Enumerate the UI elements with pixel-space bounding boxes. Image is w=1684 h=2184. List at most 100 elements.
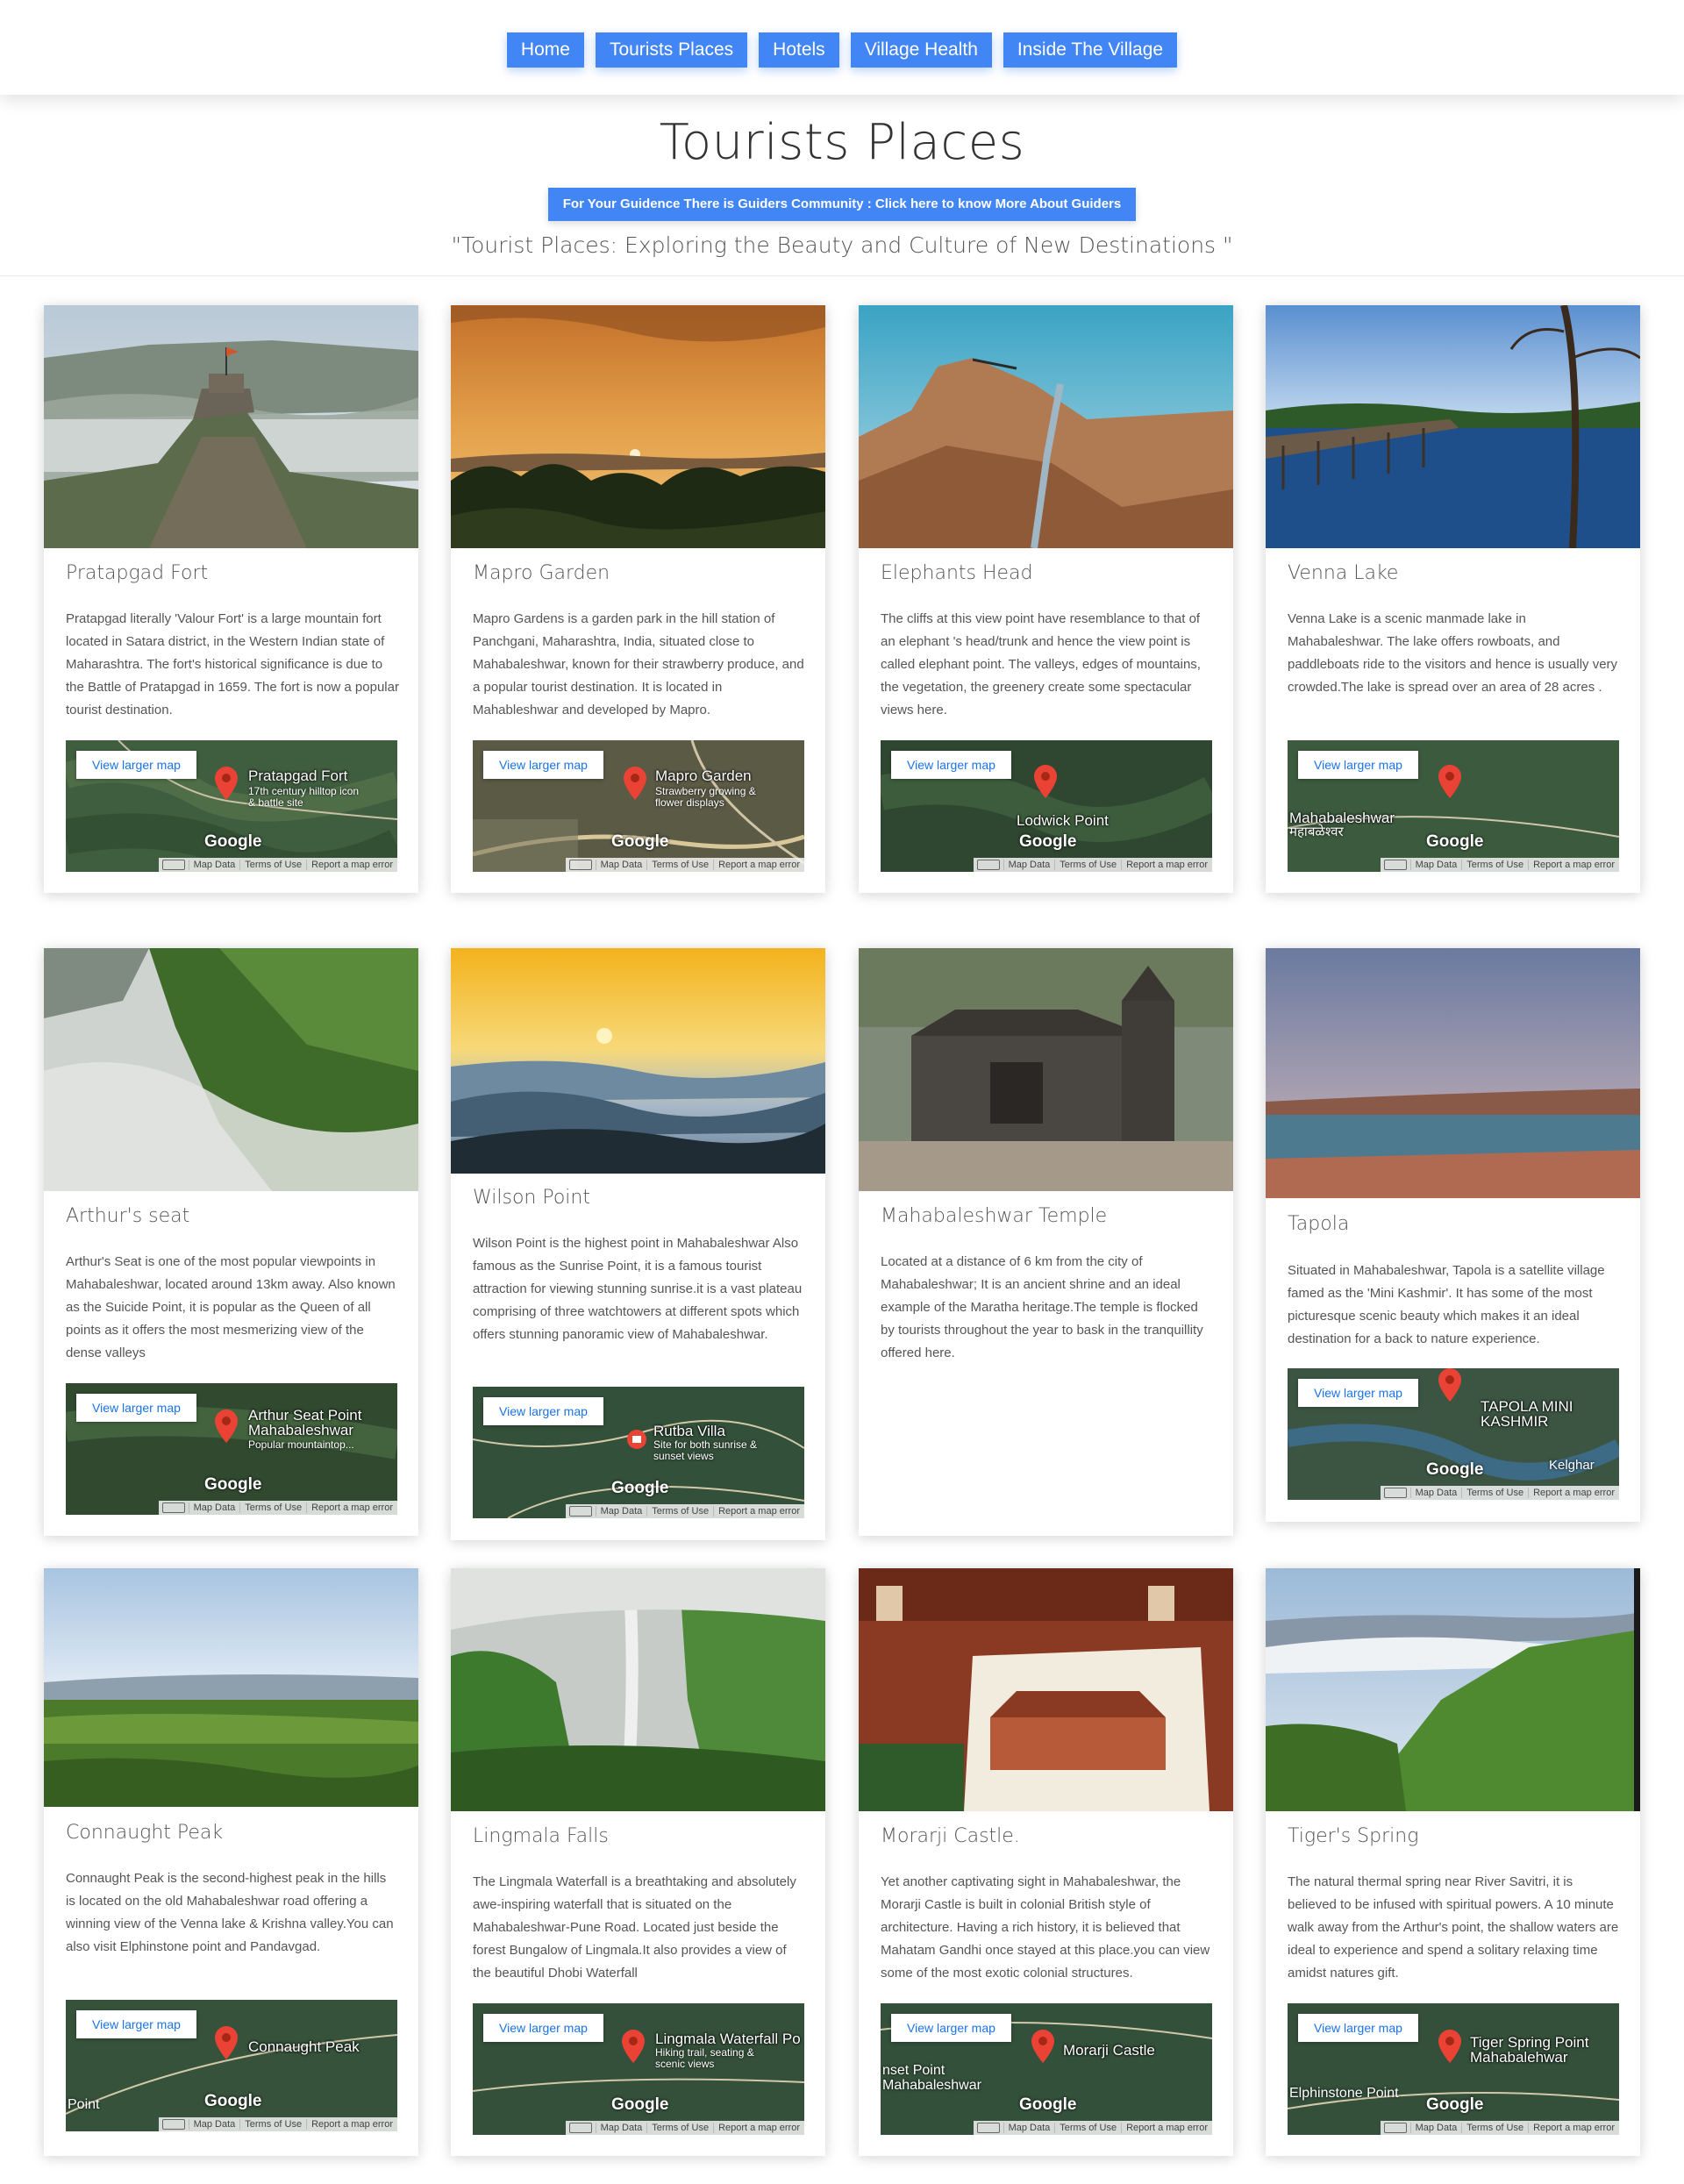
map-report-link[interactable]: Report a map error	[306, 1502, 397, 1513]
view-larger-map-link[interactable]: View larger map	[1298, 1379, 1418, 1407]
map-place-label: TAPOLA MINI KASHMIR	[1481, 1398, 1573, 1430]
map-report-link[interactable]: Report a map error	[1528, 1488, 1619, 1498]
google-logo: Google	[611, 1479, 669, 1497]
place-description: Yet another captivating sight in Mahabal…	[881, 1874, 1210, 1981]
place-map[interactable]: View larger map Mapro Garden Strawberry …	[473, 740, 804, 872]
google-logo: Google	[204, 2092, 262, 2110]
map-terms-link[interactable]: Terms of Use	[646, 2123, 713, 2133]
nav-tourists-places-button[interactable]: Tourists Places	[595, 32, 748, 68]
map-report-link[interactable]: Report a map error	[713, 860, 804, 870]
map-footer: Map Data Terms of Use Report a map error	[158, 1501, 397, 1515]
place-photo	[44, 1568, 418, 1807]
place-map[interactable]: View larger map Morarji Castle nset Poin…	[881, 2003, 1212, 2135]
place-card: Tapola Situated in Mahabaleshwar, Tapola…	[1266, 948, 1640, 1522]
map-data-link[interactable]: Map Data	[595, 1506, 647, 1517]
place-photo	[1266, 305, 1640, 548]
map-data-link[interactable]: Map Data	[595, 860, 647, 870]
view-larger-map-link[interactable]: View larger map	[1298, 2014, 1418, 2042]
map-report-link[interactable]: Report a map error	[713, 1506, 804, 1517]
map-footer: Map Data Terms of Use Report a map error	[1380, 2121, 1619, 2135]
keyboard-icon	[161, 2119, 185, 2130]
nav-hotels-button[interactable]: Hotels	[759, 32, 839, 68]
map-terms-link[interactable]: Terms of Use	[1461, 2123, 1528, 2133]
place-photo	[451, 1568, 825, 1811]
view-larger-map-link[interactable]: View larger map	[483, 1397, 603, 1425]
map-data-link[interactable]: Map Data	[188, 1502, 240, 1513]
place-map[interactable]: View larger map Tiger Spring Point Mahab…	[1288, 2003, 1619, 2135]
map-marker-icon	[627, 1430, 646, 1449]
map-data-link[interactable]: Map Data	[1003, 2123, 1055, 2133]
map-marker-icon	[622, 2030, 645, 2063]
map-marker-icon	[1438, 1368, 1461, 1402]
map-report-link[interactable]: Report a map error	[713, 2123, 804, 2133]
map-terms-link[interactable]: Terms of Use	[239, 860, 306, 870]
map-place-sublabel: Popular mountaintop...	[248, 1438, 354, 1451]
place-map[interactable]: View larger map Mahabaleshwar महाबळेश्वर…	[1288, 740, 1619, 872]
map-terms-link[interactable]: Terms of Use	[239, 2119, 306, 2130]
view-larger-map-link[interactable]: View larger map	[1298, 751, 1418, 779]
map-data-link[interactable]: Map Data	[188, 2119, 240, 2130]
map-data-link[interactable]: Map Data	[188, 860, 240, 870]
map-terms-link[interactable]: Terms of Use	[646, 1506, 713, 1517]
place-map[interactable]: View larger map Pratapgad Fort 17th cent…	[66, 740, 397, 872]
page-tagline: "Tourist Places: Exploring the Beauty an…	[451, 232, 1233, 258]
map-terms-link[interactable]: Terms of Use	[1054, 2123, 1121, 2133]
place-title: Connaught Peak	[66, 1822, 224, 1844]
map-terms-link[interactable]: Terms of Use	[1054, 860, 1121, 870]
view-larger-map-link[interactable]: View larger map	[76, 751, 196, 779]
map-report-link[interactable]: Report a map error	[306, 860, 397, 870]
view-larger-map-link[interactable]: View larger map	[891, 751, 1011, 779]
place-map[interactable]: View larger map Arthur Seat Point Mahaba…	[66, 1383, 397, 1515]
view-larger-map-link[interactable]: View larger map	[483, 2014, 603, 2042]
place-photo	[1266, 948, 1640, 1198]
map-report-link[interactable]: Report a map error	[1121, 860, 1212, 870]
google-logo: Google	[1019, 2095, 1077, 2114]
place-title: Mahabaleshwar Temple	[881, 1205, 1108, 1227]
place-title: Lingmala Falls	[473, 1825, 609, 1847]
map-terms-link[interactable]: Terms of Use	[1461, 860, 1528, 870]
place-map[interactable]: View larger map Connaught Peak Point Goo…	[66, 2000, 397, 2131]
map-report-link[interactable]: Report a map error	[306, 2119, 397, 2130]
map-data-link[interactable]: Map Data	[1409, 2123, 1462, 2133]
nav-home-button[interactable]: Home	[506, 32, 584, 68]
view-larger-map-link[interactable]: View larger map	[76, 1394, 196, 1422]
map-marker-icon	[624, 767, 646, 800]
keyboard-icon	[568, 2123, 592, 2133]
nav-village-health-button[interactable]: Village Health	[850, 32, 992, 68]
view-larger-map-link[interactable]: View larger map	[76, 2010, 196, 2038]
place-map[interactable]: View larger map Rutba Villa Site for bot…	[473, 1387, 804, 1518]
map-data-link[interactable]: Map Data	[595, 2123, 647, 2133]
place-description: Situated in Mahabaleshwar, Tapola is a s…	[1288, 1263, 1605, 1346]
map-data-link[interactable]: Map Data	[1409, 1488, 1462, 1498]
map-report-link[interactable]: Report a map error	[1528, 860, 1619, 870]
map-place-label: Rutba Villa	[653, 1423, 725, 1439]
map-data-link[interactable]: Map Data	[1003, 860, 1055, 870]
map-report-link[interactable]: Report a map error	[1528, 2123, 1619, 2133]
map-place-sublabel: Kelghar	[1549, 1458, 1595, 1473]
place-map[interactable]: View larger map Lingmala Waterfall Po Hi…	[473, 2003, 804, 2135]
place-description: Connaught Peak is the second-highest pea…	[66, 1871, 394, 1954]
map-terms-link[interactable]: Terms of Use	[646, 860, 713, 870]
place-title: Arthur's seat	[66, 1205, 190, 1227]
map-terms-link[interactable]: Terms of Use	[1461, 1488, 1528, 1498]
map-place-sublabel: Strawberry growing & flower displays	[655, 785, 756, 809]
nav-inside-village-button[interactable]: Inside The Village	[1003, 32, 1178, 68]
google-logo: Google	[1019, 832, 1077, 851]
map-report-link[interactable]: Report a map error	[1121, 2123, 1212, 2133]
map-data-link[interactable]: Map Data	[1409, 860, 1462, 870]
place-card: Tiger's Spring The natural thermal sprin…	[1266, 1568, 1640, 2156]
map-place-sublabel: Site for both sunrise & sunset views	[653, 1438, 758, 1462]
guiders-community-button[interactable]: For Your Guidence There is Guiders Commu…	[548, 188, 1136, 221]
place-title: Wilson Point	[473, 1187, 590, 1209]
view-larger-map-link[interactable]: View larger map	[483, 751, 603, 779]
place-description: Venna Lake is a scenic manmade lake in M…	[1288, 611, 1618, 695]
map-footer: Map Data Terms of Use Report a map error	[158, 858, 397, 872]
place-card: Wilson Point Wilson Point is the highest…	[451, 948, 825, 1540]
map-marker-icon	[1034, 765, 1057, 798]
place-map[interactable]: View larger map TAPOLA MINI KASHMIR Kelg…	[1288, 1368, 1619, 1500]
view-larger-map-link[interactable]: View larger map	[891, 2014, 1011, 2042]
map-terms-link[interactable]: Terms of Use	[239, 1502, 306, 1513]
place-map[interactable]: View larger map Lodwick Point Google Map…	[881, 740, 1212, 872]
place-title: Venna Lake	[1288, 562, 1399, 584]
keyboard-icon	[568, 1506, 592, 1517]
